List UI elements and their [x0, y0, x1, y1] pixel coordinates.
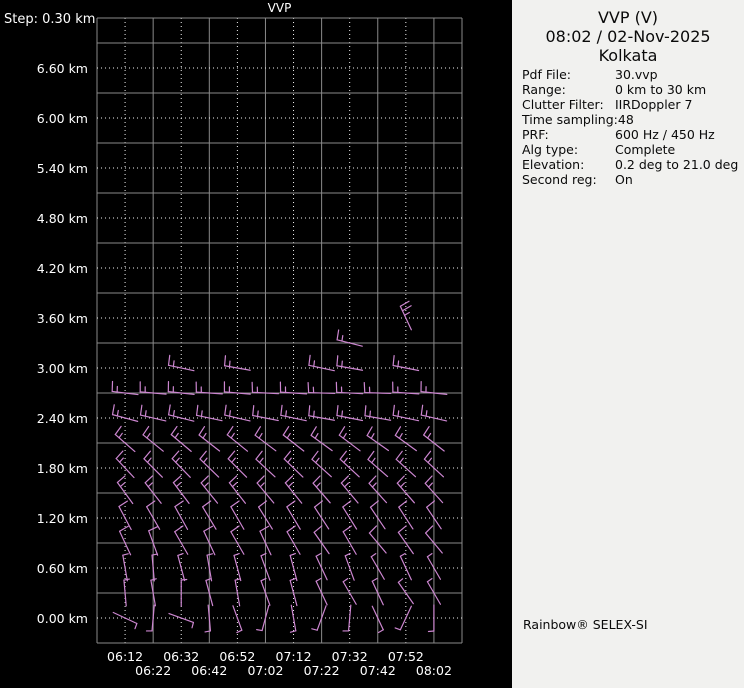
info-panel: VVP (V) 08:02 / 02-Nov-2025 Kolkata Pdf … [512, 0, 744, 688]
product-datetime: 08:02 / 02-Nov-2025 [545, 27, 711, 46]
brand-footer: Rainbow® SELEX-SI [523, 617, 648, 632]
plot-region: Step: 0.30 km VVP 6.60 km 6.00 km 5.40 km 4… [0, 0, 512, 688]
info-field-label: Alg type: [522, 142, 579, 157]
info-field-value: 600 Hz / 450 Hz [615, 127, 715, 142]
y-axis-label: 3.60 km [36, 310, 88, 326]
station-name: Kolkata [598, 46, 658, 65]
x-axis-label: 07:52 [387, 649, 424, 664]
y-axis-label: 3.00 km [36, 360, 88, 376]
info-field-row: Alg type: Complete [522, 142, 742, 157]
info-field-value: 0 km to 30 km [615, 82, 707, 97]
x-axis-label: 07:22 [303, 663, 340, 678]
x-axis-label: 07:02 [247, 663, 284, 678]
info-field-value: Complete [615, 142, 676, 157]
info-field-row: Time sampling: 48 [522, 112, 742, 127]
y-axis-label: 4.80 km [36, 210, 88, 226]
x-axis-label: 07:12 [275, 649, 312, 664]
y-axis-label: 6.60 km [36, 60, 88, 76]
info-field-row: Clutter Filter: IIRDoppler 7 [522, 97, 742, 112]
product-title: VVP (V) [597, 8, 659, 27]
y-axis-label: 4.20 km [36, 260, 88, 276]
vvp-product-display: Step: 0.30 km VVP 6.60 km 6.00 km 5.40 km 4… [0, 0, 744, 688]
info-field-row: Range: 0 km to 30 km [522, 82, 742, 97]
info-field-value: 48 [617, 112, 634, 127]
y-axis-label: 1.80 km [36, 460, 88, 476]
info-field-label: PRF: [522, 127, 549, 142]
x-axis-label: 06:12 [107, 649, 144, 664]
x-axis-label: 06:52 [219, 649, 256, 664]
x-axis-label: 07:32 [331, 649, 368, 664]
info-field-label: Range: [522, 82, 566, 97]
x-axis-label: 07:42 [359, 663, 396, 678]
info-field-row: PRF: 600 Hz / 450 Hz [522, 127, 742, 142]
x-axis-label: 06:22 [135, 663, 172, 678]
info-field-row: Pdf File: 30.vvp [522, 67, 742, 82]
wind-profile-chart [96, 17, 463, 644]
x-axis-label: 06:42 [191, 663, 228, 678]
info-field-label: Pdf File: [522, 67, 571, 82]
y-axis-label: 5.40 km [36, 160, 88, 176]
info-field-row: Second reg: On [522, 172, 742, 187]
x-axis-label: 08:02 [415, 663, 452, 678]
info-fields: Pdf File: 30.vvp Range: 0 km to 30 km Clutte… [522, 67, 742, 187]
info-field-label: Clutter Filter: [522, 97, 604, 112]
y-axis-label: 2.40 km [36, 410, 88, 426]
info-field-row: Elevation: 0.2 deg to 21.0 deg [522, 157, 742, 172]
info-field-label: Time sampling: [522, 112, 618, 127]
info-field-label: Elevation: [522, 157, 585, 172]
y-axis-label: 1.20 km [36, 510, 88, 526]
y-axis-label: 0.00 km [36, 610, 88, 626]
info-field-value: IIRDoppler 7 [615, 97, 693, 112]
info-field-label: Second reg: [522, 172, 597, 187]
info-field-value: On [615, 172, 633, 187]
y-axis-label: 6.00 km [36, 110, 88, 126]
x-axis-label: 06:32 [163, 649, 200, 664]
y-axis-label: 0.60 km [36, 560, 88, 576]
info-field-value: 30.vvp [615, 67, 658, 82]
panel-title-block: VVP (V) 08:02 / 02-Nov-2025 Kolkata [512, 0, 744, 65]
info-field-value: 0.2 deg to 21.0 deg [615, 157, 739, 172]
